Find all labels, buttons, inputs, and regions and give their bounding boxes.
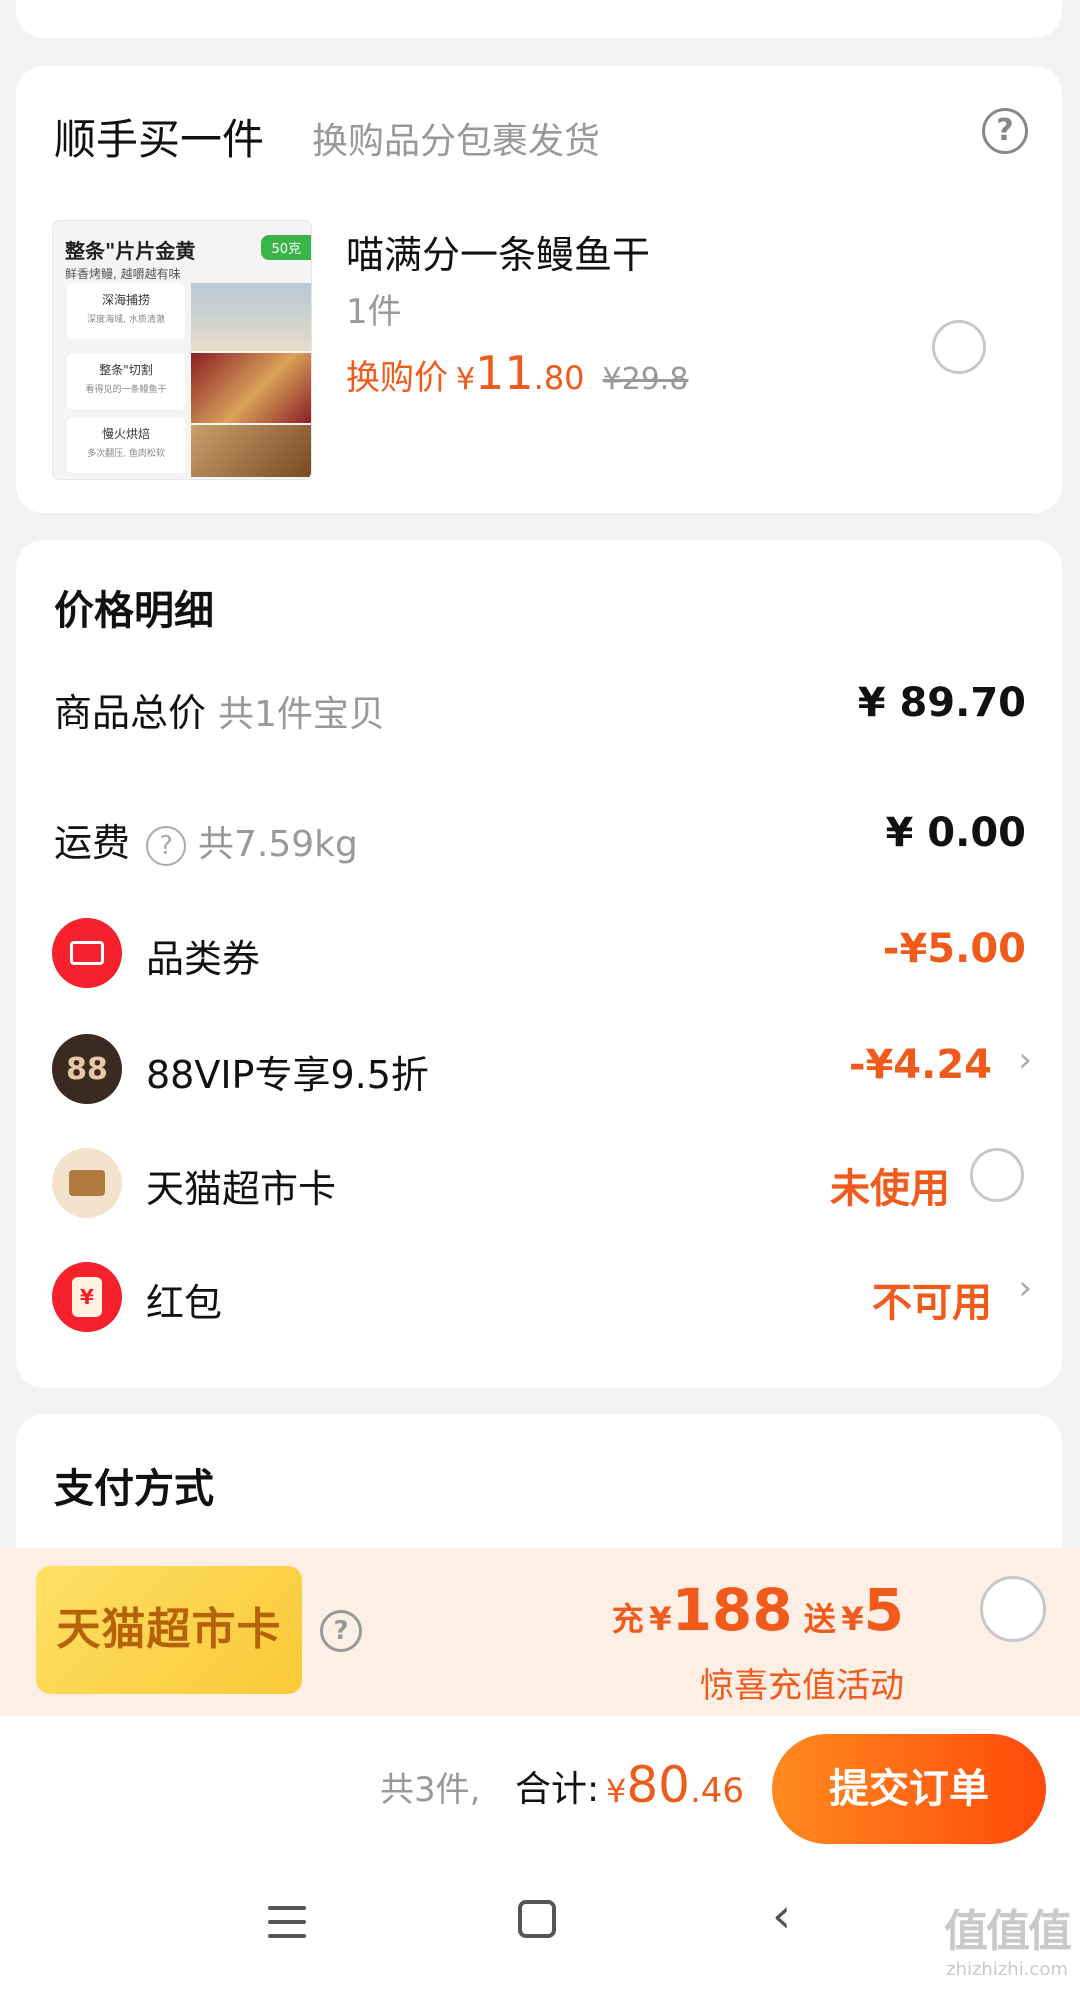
shipping-value: ¥ 0.00 — [885, 810, 1026, 856]
addon-title: 顺手买一件 — [54, 115, 265, 164]
product-image[interactable]: 整条"片片金黄 50克 鲜香烤鳗, 越嚼越有味 深海捕捞 深度海域, 水质清澈 整… — [52, 220, 312, 480]
red-packet-icon: ¥ — [52, 1262, 122, 1332]
product-image-feature: 深海捕捞 深度海域, 水质清澈 — [67, 283, 185, 339]
goods-total-note: 共1件宝贝 — [218, 694, 385, 735]
recharge-promo-subtitle: 惊喜充值活动 — [700, 1666, 904, 1706]
goods-total-value: ¥ 89.70 — [857, 680, 1026, 726]
home-icon[interactable] — [518, 1900, 556, 1938]
shipping-label: 运费? 共7.59kg — [54, 821, 358, 866]
total-price: ¥80.46 — [606, 1756, 745, 1814]
shipping-weight: 共7.59kg — [198, 824, 358, 865]
help-icon[interactable]: ? — [982, 108, 1028, 154]
red-packet-label: 红包 — [146, 1281, 223, 1325]
price-detail-title: 价格明细 — [54, 588, 214, 634]
product-image-feature: 慢火烘焙 多次翻压, 鱼肉松软 — [67, 417, 185, 473]
back-icon[interactable]: ‹ — [772, 1888, 791, 1944]
supermarket-card-badge: 天猫超市卡 — [36, 1566, 302, 1694]
total-label: 合计: — [515, 1769, 600, 1810]
payment-title: 支付方式 — [54, 1466, 214, 1512]
baked-eel-photo — [191, 425, 311, 477]
vip-discount-label: 88VIP专享9.5折 — [146, 1053, 429, 1097]
addon-select-radio[interactable] — [932, 320, 986, 374]
checkout-bar: 共3件, 合计: ¥80.46 提交订单 — [0, 1716, 1080, 1856]
coupon-value[interactable]: -¥5.00 — [883, 926, 1026, 972]
coupon-icon — [52, 918, 122, 988]
chevron-right-icon[interactable]: › — [1018, 1268, 1032, 1308]
supermarket-card-status: 未使用 — [830, 1166, 950, 1212]
addon-subtitle: 换购品分包裹发货 — [312, 121, 601, 162]
product-price: 换购价 ¥11.80 ¥29.8 — [346, 346, 689, 400]
price-label: 换购价 — [346, 358, 448, 398]
chevron-right-icon[interactable]: › — [1018, 1040, 1032, 1080]
watermark-logo: 值值值 zhizhizhi.com — [944, 1906, 1072, 1980]
goods-total-label: 商品总价 共1件宝贝 — [54, 691, 385, 735]
item-count: 共3件, — [380, 1770, 481, 1810]
shipping-help-icon[interactable]: ? — [146, 825, 187, 866]
recharge-offer: 充 ¥188 送 ¥5 — [611, 1576, 904, 1644]
product-quantity: 1件 — [346, 292, 402, 332]
submit-order-button[interactable]: 提交订单 — [772, 1734, 1046, 1844]
product-image-tag: 50克 — [261, 235, 311, 260]
recharge-radio[interactable] — [980, 1576, 1046, 1642]
original-price: ¥29.8 — [602, 362, 689, 397]
coupon-label: 品类券 — [146, 937, 261, 981]
product-image-subtitle: 鲜香烤鳗, 越嚼越有味 — [65, 267, 181, 281]
sea-photo — [191, 283, 311, 351]
product-name[interactable]: 喵满分一条鳗鱼干 — [346, 224, 650, 279]
supermarket-card-label: 天猫超市卡 — [146, 1167, 337, 1211]
system-nav-bar: ‹ 值值值 zhizhizhi.com — [0, 1856, 1080, 1994]
recharge-promo-bar[interactable]: 天猫超市卡 ? 充 ¥188 送 ¥5 惊喜充值活动 — [0, 1548, 1080, 1716]
vip-88-icon: 88 — [52, 1034, 122, 1104]
previous-card — [16, 0, 1062, 38]
product-image-title: 整条"片片金黄 — [65, 239, 196, 263]
promo-help-icon[interactable]: ? — [320, 1610, 362, 1652]
price-detail-card: 价格明细 商品总价 共1件宝贝 ¥ 89.70 运费? 共7.59kg ¥ 0.00… — [16, 540, 1062, 1388]
recent-apps-icon[interactable] — [268, 1906, 306, 1948]
vip-discount-value[interactable]: -¥4.24 — [849, 1042, 992, 1088]
product-image-feature: 整条"切割 看得见的一条鳗鱼干 — [67, 353, 185, 409]
addon-card: 顺手买一件 换购品分包裹发货 ? 整条"片片金黄 50克 鲜香烤鳗, 越嚼越有味… — [16, 66, 1062, 513]
eel-photo — [191, 353, 311, 423]
red-packet-status[interactable]: 不可用 — [872, 1270, 992, 1328]
card-icon — [52, 1148, 122, 1218]
supermarket-card-radio[interactable] — [970, 1148, 1024, 1202]
